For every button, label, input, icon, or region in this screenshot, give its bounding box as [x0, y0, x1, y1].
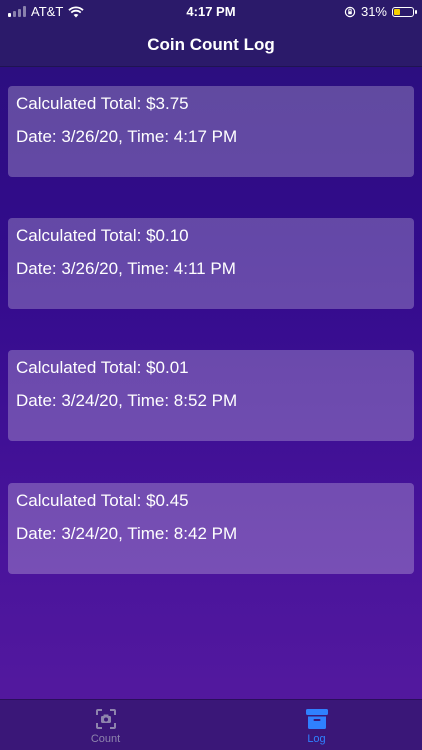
- tab-log[interactable]: Log: [211, 700, 422, 750]
- log-entry-card[interactable]: Calculated Total: $3.75 Date: 3/26/20, T…: [8, 86, 414, 177]
- tab-count[interactable]: Count: [0, 700, 211, 750]
- log-entry-total: Calculated Total: $3.75: [16, 94, 189, 113]
- navigation-bar: Coin Count Log: [0, 24, 422, 67]
- status-right: 31%: [344, 4, 417, 19]
- orientation-lock-icon: [344, 6, 356, 17]
- log-entry-datetime: Date: 3/24/20, Time: 8:52 PM: [16, 391, 238, 410]
- log-entry-datetime: Date: 3/24/20, Time: 8:42 PM: [16, 524, 238, 543]
- log-entry-datetime: Date: 3/26/20, Time: 4:17 PM: [16, 127, 238, 146]
- battery-icon: [392, 6, 417, 17]
- tab-count-label: Count: [90, 733, 121, 745]
- log-list[interactable]: Calculated Total: $3.75 Date: 3/26/20, T…: [0, 67, 422, 700]
- log-entry-total: Calculated Total: $0.10: [16, 226, 189, 245]
- status-bar: AT&T 4:17 PM 31%: [0, 0, 422, 24]
- battery-fill: [394, 8, 400, 15]
- tab-bar: Count Log: [0, 699, 422, 750]
- tab-log-label: Log: [307, 733, 326, 745]
- log-entry-datetime: Date: 3/26/20, Time: 4:11 PM: [16, 259, 236, 278]
- log-entry-total: Calculated Total: $0.01: [16, 358, 189, 377]
- archive-box-icon: [305, 709, 328, 729]
- camera-icon: [95, 709, 116, 729]
- log-entry-card[interactable]: Calculated Total: $0.10 Date: 3/26/20, T…: [8, 218, 414, 309]
- log-entry-total: Calculated Total: $0.45: [16, 491, 189, 510]
- battery-percent: 31%: [360, 4, 387, 19]
- log-entry-card[interactable]: Calculated Total: $0.45 Date: 3/24/20, T…: [8, 483, 414, 574]
- log-entry-card[interactable]: Calculated Total: $0.01 Date: 3/24/20, T…: [8, 350, 414, 441]
- page-title: Coin Count Log: [147, 35, 275, 54]
